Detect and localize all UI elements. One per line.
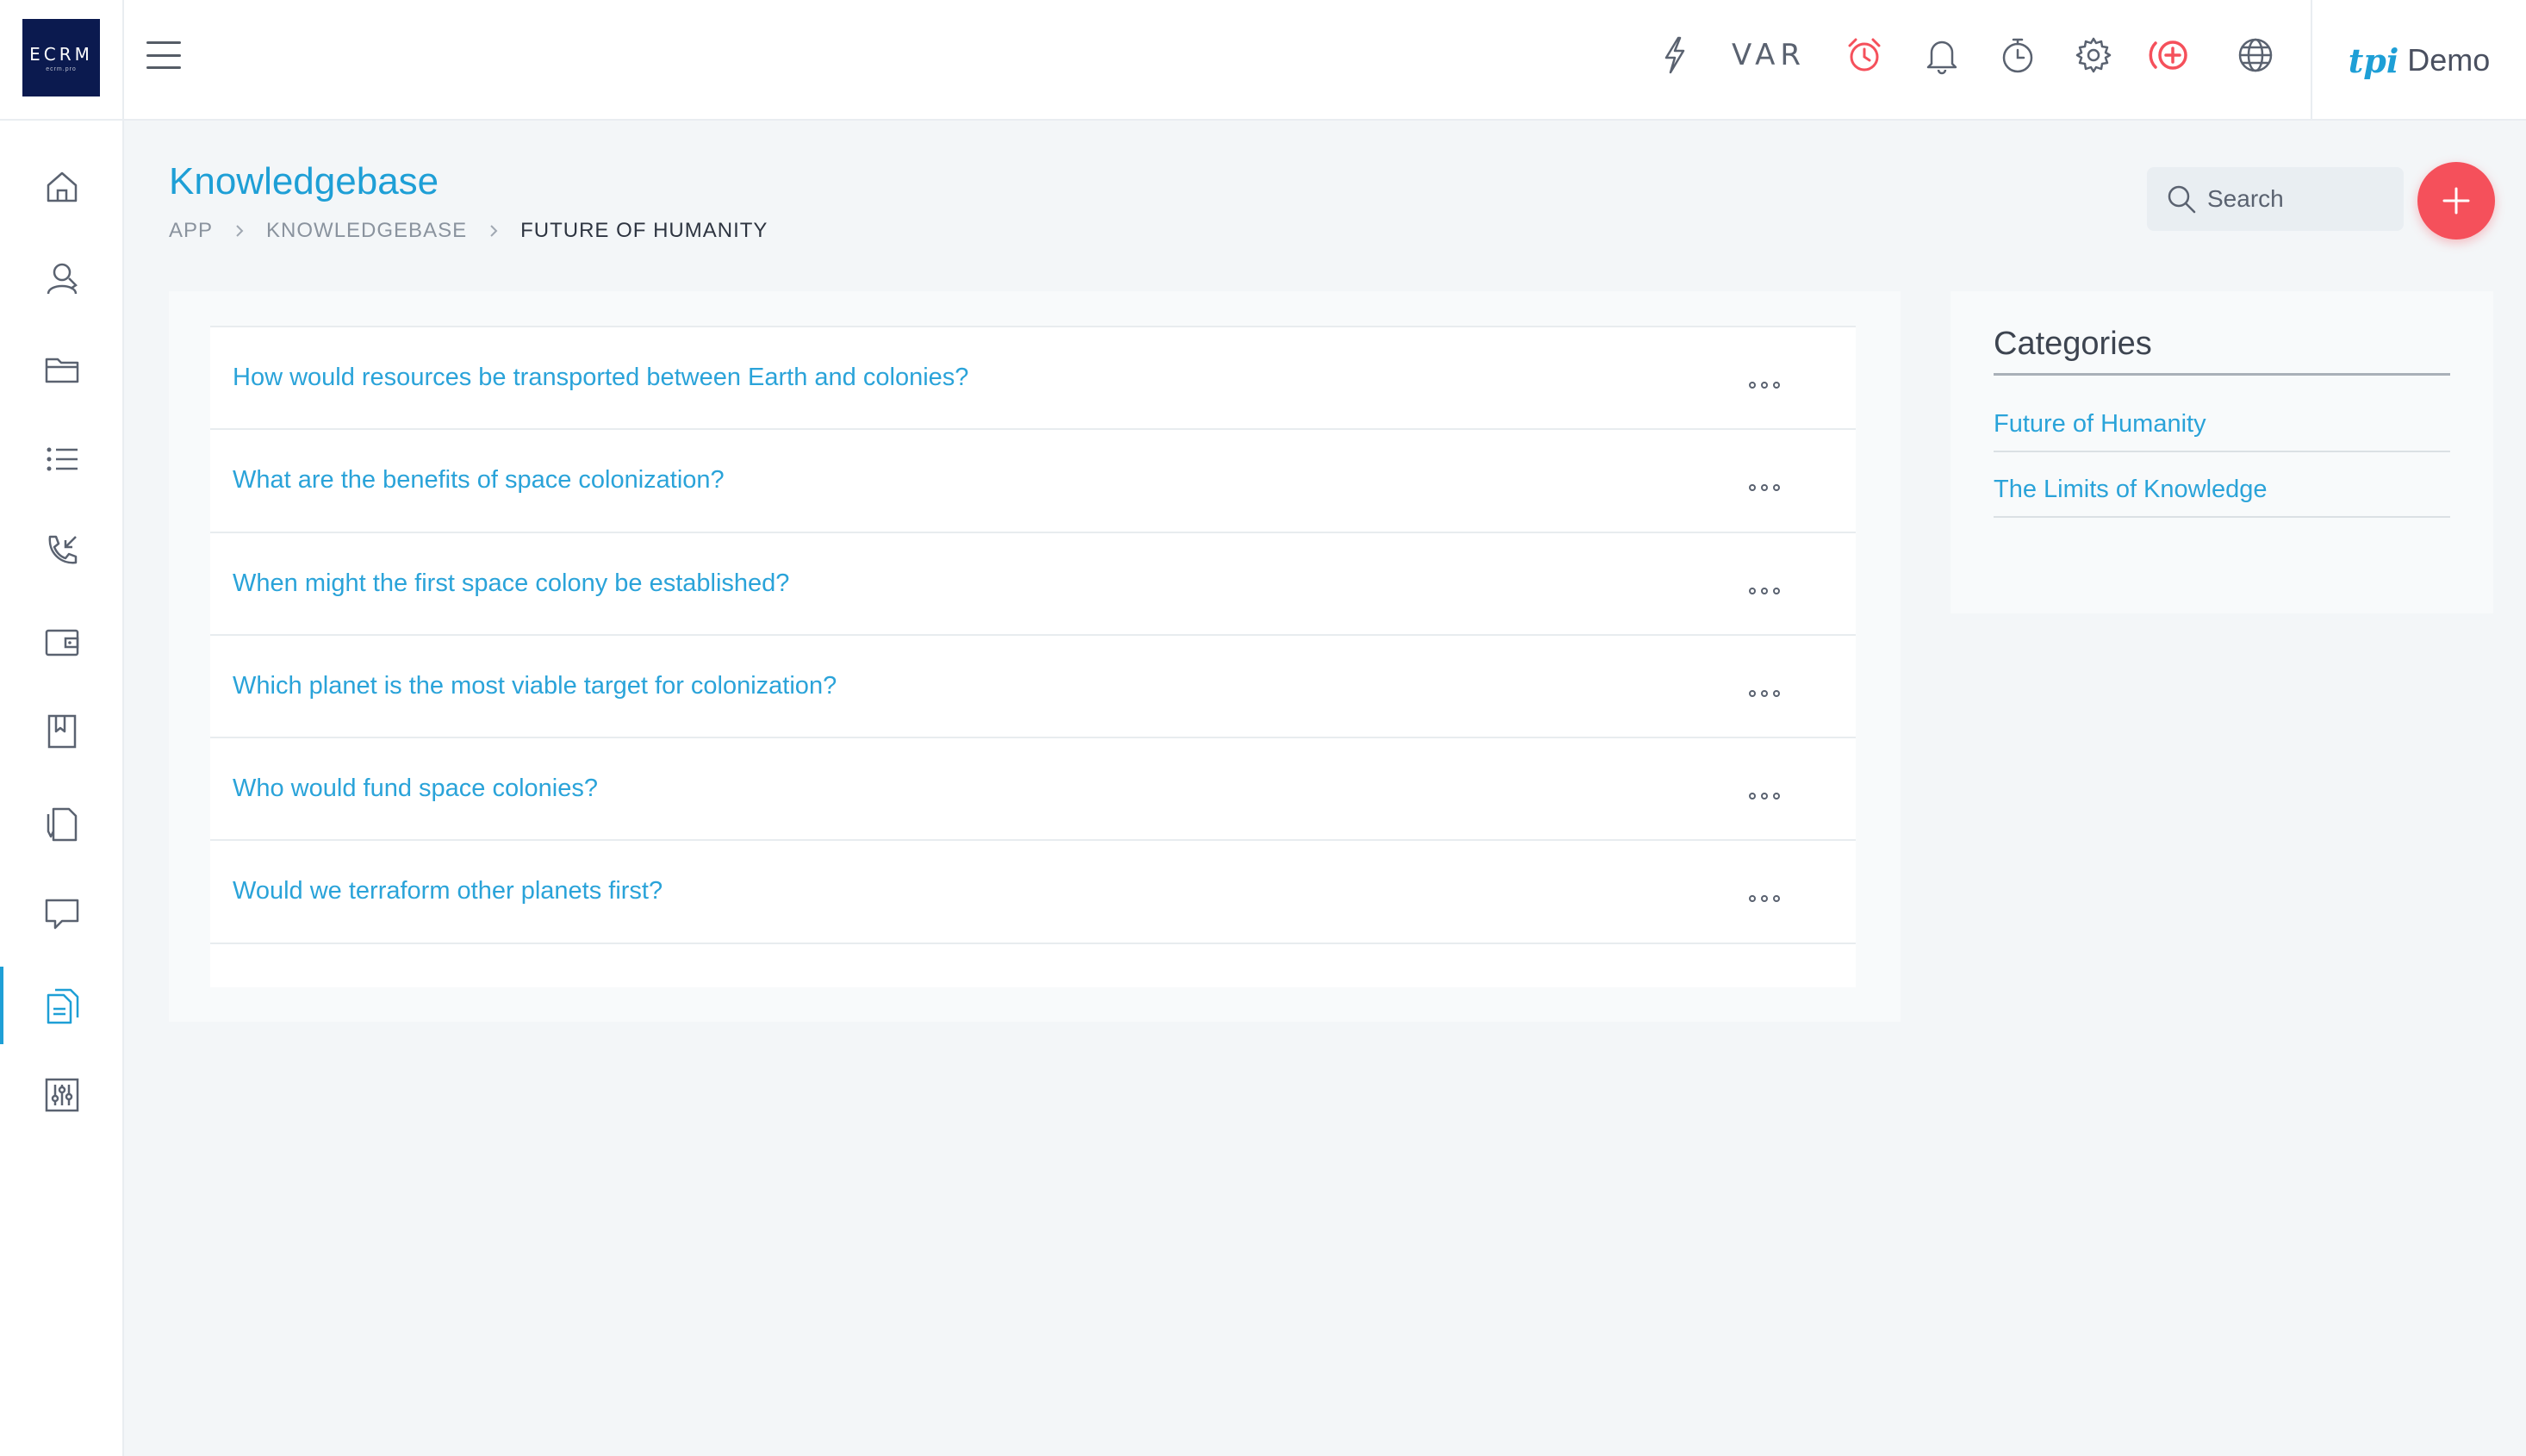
category-link[interactable]: The Limits of Knowledge (1994, 476, 2450, 518)
breadcrumb-item-knowledgebase[interactable]: KNOWLEDGEBASE (266, 219, 467, 243)
wallet-icon (45, 629, 79, 656)
gear-icon[interactable] (2068, 29, 2119, 81)
article-link[interactable]: When might the first space colony be est… (233, 569, 789, 598)
emergency-add-icon[interactable] (2147, 29, 2199, 81)
table-row: Would we terraform other planets first? (210, 841, 1856, 944)
user-name: Demo (2407, 42, 2491, 78)
bookmark-icon (47, 714, 77, 749)
sidebar (0, 121, 124, 1456)
user-brand-logo: tpi (2348, 40, 2399, 80)
sidebar-item-settings[interactable] (0, 1056, 124, 1134)
table-row: When might the first space colony be est… (210, 533, 1856, 636)
settings-sliders-icon (45, 1078, 79, 1112)
articles-card: How would resources be transported betwe… (169, 291, 1901, 1022)
chevron-right-icon (490, 225, 498, 237)
chevron-right-icon (236, 225, 244, 237)
article-link[interactable]: How would resources be transported betwe… (233, 364, 968, 392)
sidebar-item-documents[interactable] (0, 786, 124, 863)
stopwatch-icon[interactable] (1992, 29, 2044, 81)
more-options-icon[interactable] (1744, 475, 1785, 501)
category-link[interactable]: Future of Humanity (1994, 410, 2450, 452)
contacts-icon (47, 263, 78, 295)
sidebar-item-wallet[interactable] (0, 603, 124, 681)
table-row: Which planet is the most viable target f… (210, 636, 1856, 739)
more-options-icon[interactable] (1744, 578, 1785, 604)
sidebar-item-list[interactable] (0, 420, 124, 498)
sidebar-item-chat[interactable] (0, 875, 124, 953)
app-logo[interactable]: ECRM ecrm.pro (22, 19, 100, 96)
page-title: Knowledgebase (169, 160, 439, 202)
table-row: Who would fund space colonies? (210, 738, 1856, 842)
sidebar-item-bookmarks[interactable] (0, 693, 124, 770)
articles-list: How would resources be transported betwe… (210, 326, 1856, 987)
alarm-clock-icon[interactable] (1839, 29, 1890, 81)
breadcrumb-item-current: FUTURE OF HUMANITY (520, 219, 768, 242)
sidebar-item-calls[interactable] (0, 512, 124, 589)
breadcrumb: APP KNOWLEDGEBASE FUTURE OF HUMANITY (169, 219, 768, 243)
sidebar-item-home[interactable] (0, 148, 124, 226)
logo-text: ECRM (29, 43, 93, 65)
lightning-icon[interactable] (1649, 29, 1701, 81)
calls-icon (48, 535, 78, 564)
sidebar-item-knowledgebase[interactable] (0, 967, 124, 1044)
search-input[interactable] (2207, 185, 2380, 213)
bell-icon[interactable] (1916, 29, 1968, 81)
user-menu[interactable]: tpi Demo (2311, 0, 2526, 121)
table-row: What are the benefits of space colonizat… (210, 430, 1856, 533)
article-link[interactable]: What are the benefits of space colonizat… (233, 466, 725, 495)
logo-subtext: ecrm.pro (46, 65, 77, 72)
globe-icon[interactable] (2230, 29, 2281, 81)
knowledgebase-icon (47, 988, 79, 1024)
logo-cell: ECRM ecrm.pro (0, 0, 124, 121)
plus-icon (2442, 187, 2470, 215)
var-label: VAR (1732, 38, 1806, 72)
more-options-icon[interactable] (1744, 783, 1785, 809)
hamburger-menu-icon[interactable] (146, 38, 181, 72)
search-icon (2168, 185, 2196, 214)
sidebar-item-files[interactable] (0, 331, 124, 408)
categories-card: Categories Future of Humanity The Limits… (1950, 291, 2493, 613)
search-box (2147, 167, 2404, 231)
top-bar: ECRM ecrm.pro VAR tpi Demo (0, 0, 2526, 121)
home-icon (47, 171, 78, 202)
table-row: How would resources be transported betwe… (210, 327, 1856, 431)
article-link[interactable]: Who would fund space colonies? (233, 775, 598, 803)
list-icon (47, 447, 78, 471)
var-button[interactable]: VAR (1730, 29, 1807, 81)
more-options-icon[interactable] (1744, 372, 1785, 398)
article-link[interactable]: Which planet is the most viable target f… (233, 672, 837, 700)
more-options-icon[interactable] (1744, 681, 1785, 706)
categories-title: Categories (1994, 326, 2450, 376)
chat-icon (45, 899, 79, 930)
add-article-button[interactable] (2417, 162, 2495, 240)
documents-icon (47, 807, 78, 842)
more-options-icon[interactable] (1744, 886, 1785, 912)
folder-icon (45, 358, 79, 383)
breadcrumb-item-app[interactable]: APP (169, 219, 213, 243)
sidebar-item-contacts[interactable] (0, 240, 124, 317)
article-link[interactable]: Would we terraform other planets first? (233, 877, 663, 905)
